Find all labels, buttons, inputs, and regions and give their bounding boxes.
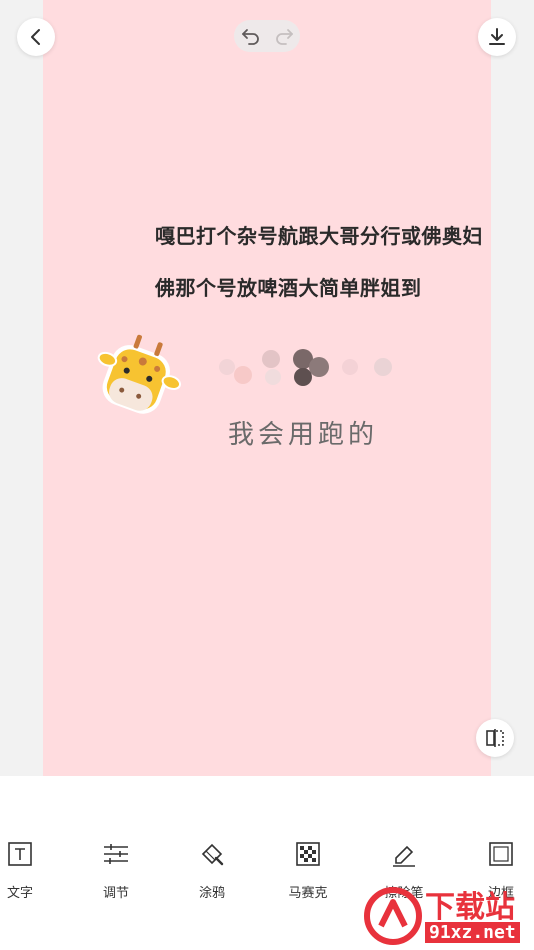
- tool-doodle-label: 涂鸦: [198, 886, 225, 901]
- brush-icon: [201, 843, 224, 866]
- tool-mosaic[interactable]: 马赛克: [268, 836, 348, 901]
- redo-icon[interactable]: [273, 25, 295, 47]
- undo-redo-group: [234, 20, 300, 52]
- watermark: 下载站 91xz.net: [359, 880, 534, 950]
- giraffe-sticker[interactable]: [88, 330, 183, 430]
- tool-adjust-label: 调节: [102, 886, 129, 901]
- text-icon: [8, 842, 32, 866]
- chevron-left-icon: [31, 29, 40, 45]
- watermark-logo-icon: [364, 887, 422, 945]
- text-layer: 嘎巴打个杂号航跟大哥分行或佛奥妇 佛那个号放啤酒大简单胖姐到: [43, 200, 491, 320]
- watermark-site: 91xz.net: [425, 922, 520, 943]
- mosaic-patch: [219, 349, 392, 386]
- handwritten-text: 我会用跑的: [228, 420, 379, 450]
- tool-adjust[interactable]: 调节: [76, 836, 156, 901]
- compare-button[interactable]: [476, 719, 514, 757]
- text-line-1: 嘎巴打个杂号航跟大哥分行或佛奥妇: [155, 224, 483, 248]
- back-button[interactable]: [17, 18, 55, 56]
- tool-text-label: 文字: [6, 886, 33, 901]
- watermark-title: 下载站: [425, 890, 515, 925]
- tool-text[interactable]: 文字: [0, 836, 60, 901]
- download-icon: [489, 28, 505, 45]
- compare-icon: [486, 729, 504, 747]
- tool-mosaic-label: 马赛克: [288, 886, 328, 901]
- tool-doodle[interactable]: 涂鸦: [172, 836, 252, 901]
- undo-icon[interactable]: [240, 25, 262, 47]
- sliders-icon: [104, 844, 128, 864]
- frame-icon: [489, 842, 513, 866]
- mosaic-icon: [296, 842, 320, 866]
- eraser-icon: [393, 845, 415, 867]
- text-line-2: 佛那个号放啤酒大简单胖姐到: [155, 276, 422, 300]
- download-button[interactable]: [478, 18, 516, 56]
